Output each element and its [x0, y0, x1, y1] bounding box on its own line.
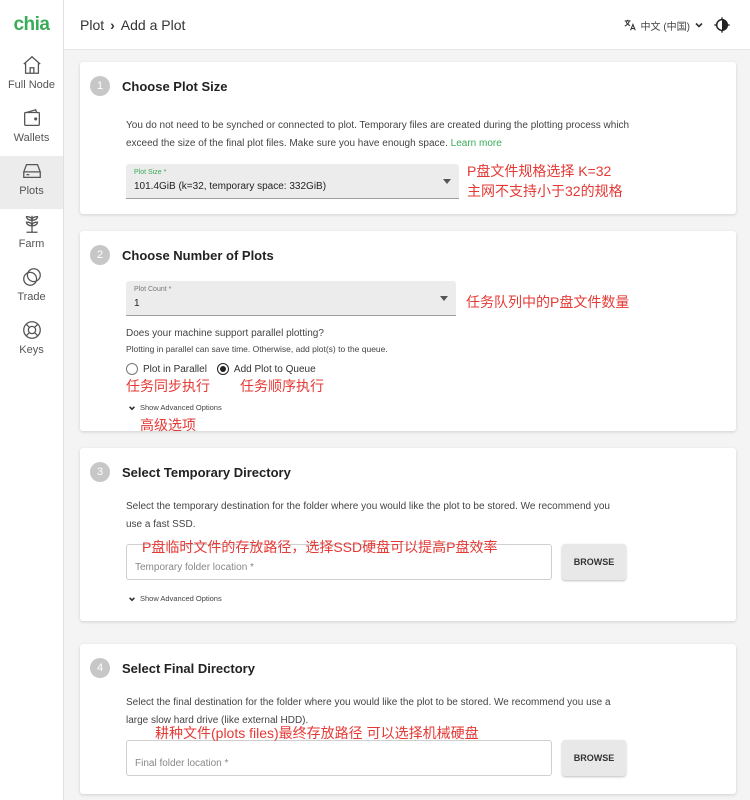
circles-icon [22, 268, 41, 286]
sidebar-item-plots[interactable]: Plots [0, 156, 63, 209]
language-selector[interactable]: 中文 (中国) [623, 18, 704, 33]
plot-size-value: 101.4GiB (k=32, temporary space: 332GiB) [134, 181, 327, 192]
radio-label: Add Plot to Queue [233, 363, 316, 375]
final-folder-input[interactable] [127, 741, 551, 775]
chia-logo[interactable]: chia [0, 0, 63, 50]
plot-size-description: You do not need to be synched or connect… [126, 117, 636, 153]
wallet-icon [23, 108, 40, 126]
breadcrumb-add-plot: Add a Plot [120, 16, 186, 33]
annotation-plot-count: 任务队列中的P盘文件数量 [466, 294, 630, 310]
card-header: 1 Choose Plot Size [90, 76, 227, 96]
plot-mode-radio-group: Plot in Parallel Add Plot to Queue [126, 363, 316, 375]
final-browse-button[interactable]: BROWSE [562, 740, 626, 776]
sidebar-item-trade[interactable]: Trade [0, 262, 63, 315]
annotation-queue: 任务顺序执行 [240, 378, 324, 394]
dropdown-arrow-icon [443, 179, 451, 184]
show-advanced-options-toggle[interactable]: Show Advanced Options [128, 594, 222, 603]
plot-size-label: Plot Size * [134, 169, 167, 176]
lifebuoy-icon [22, 321, 41, 339]
temp-browse-button[interactable]: BROWSE [562, 544, 626, 580]
breadcrumb-separator: › [110, 16, 115, 33]
sidebar-item-label: Trade [17, 291, 46, 303]
annotation-plot-size-k32: P盘文件规格选择 K=32 [467, 163, 612, 179]
breadcrumb: Plot › Add a Plot [80, 17, 185, 33]
step-number: 3 [90, 462, 110, 482]
plot-count-label: Plot Count * [134, 286, 172, 293]
card-header: 4 Select Final Directory [90, 658, 255, 678]
hard-drive-icon [22, 163, 41, 179]
chevron-down-icon [129, 405, 135, 410]
radio-add-to-queue[interactable]: Add Plot to Queue [216, 363, 316, 375]
plot-size-select[interactable]: Plot Size * 101.4GiB (k=32, temporary sp… [126, 164, 459, 199]
show-advanced-options-toggle[interactable]: Show Advanced Options [128, 403, 222, 412]
theme-toggle-icon[interactable] [714, 17, 730, 33]
sidebar: chia Full Node Wallets Plots Farm Trade … [0, 0, 64, 800]
home-icon [22, 55, 41, 74]
annotation-mainnet-minimum: 主网不支持小于32的规格 [467, 183, 623, 199]
card-temp-directory: 3 Select Temporary Directory Select the … [80, 448, 736, 621]
radio-plot-in-parallel[interactable]: Plot in Parallel [126, 363, 207, 375]
card-final-directory: 4 Select Final Directory Select the fina… [80, 644, 736, 794]
sidebar-item-label: Plots [19, 185, 44, 197]
chevron-down-icon [695, 22, 703, 28]
card-title: Choose Number of Plots [122, 247, 274, 263]
learn-more-link[interactable]: Learn more [451, 138, 502, 149]
advanced-options-label: Show Advanced Options [140, 403, 222, 412]
sidebar-item-label: Farm [18, 238, 45, 250]
translate-icon [624, 19, 636, 31]
sidebar-item-wallets[interactable]: Wallets [0, 103, 63, 156]
annotation-temp-dir: P盘临时文件的存放路径，选择SSD硬盘可以提高P盘效率 [142, 539, 498, 555]
sidebar-item-label: Wallets [13, 132, 50, 144]
sidebar-item-full-node[interactable]: Full Node [0, 50, 63, 103]
radio-unchecked-icon [126, 363, 138, 375]
card-header: 2 Choose Number of Plots [90, 245, 274, 265]
parallel-hint: Plotting in parallel can save time. Othe… [126, 344, 388, 354]
radio-label: Plot in Parallel [143, 363, 207, 375]
sidebar-item-keys[interactable]: Keys [0, 315, 63, 368]
final-folder-field[interactable] [126, 740, 552, 776]
sidebar-item-label: Full Node [7, 79, 56, 91]
breadcrumb-plot[interactable]: Plot [80, 17, 104, 33]
advanced-options-label: Show Advanced Options [140, 594, 222, 603]
radio-checked-icon [216, 363, 229, 375]
step-number: 1 [90, 76, 110, 96]
step-number: 4 [90, 658, 110, 678]
plot-count-value: 1 [134, 298, 140, 309]
dropdown-arrow-icon [440, 296, 448, 301]
sidebar-item-label: Keys [19, 344, 44, 356]
temp-dir-description: Select the temporary destination for the… [126, 501, 610, 530]
language-label: 中文 (中国) [640, 21, 690, 33]
annotation-final-dir: 耕种文件(plots files)最终存放路径 可以选择机械硬盘 [155, 725, 479, 741]
card-title: Select Temporary Directory [122, 464, 291, 480]
description-text: You do not need to be synched or connect… [126, 120, 630, 149]
card-title: Choose Plot Size [122, 78, 228, 94]
sprout-icon [25, 215, 38, 233]
step-number: 2 [90, 245, 110, 265]
header-actions: 中文 (中国) [623, 0, 730, 50]
sidebar-item-farm[interactable]: Farm [0, 209, 63, 262]
card-title: Select Final Directory [122, 660, 255, 676]
top-bar: Plot › Add a Plot 中文 (中国) [64, 0, 750, 50]
chevron-down-icon [129, 596, 135, 601]
parallel-question: Does your machine support parallel plott… [126, 328, 324, 339]
card-plot-size: 1 Choose Plot Size You do not need to be… [80, 62, 736, 214]
card-header: 3 Select Temporary Directory [90, 462, 291, 482]
annotation-advanced: 高级选项 [140, 417, 196, 433]
annotation-parallel: 任务同步执行 [126, 378, 210, 394]
plot-count-select[interactable]: Plot Count * 1 [126, 281, 456, 316]
card-plot-count: 2 Choose Number of Plots Plot Count * 1 … [80, 231, 736, 431]
